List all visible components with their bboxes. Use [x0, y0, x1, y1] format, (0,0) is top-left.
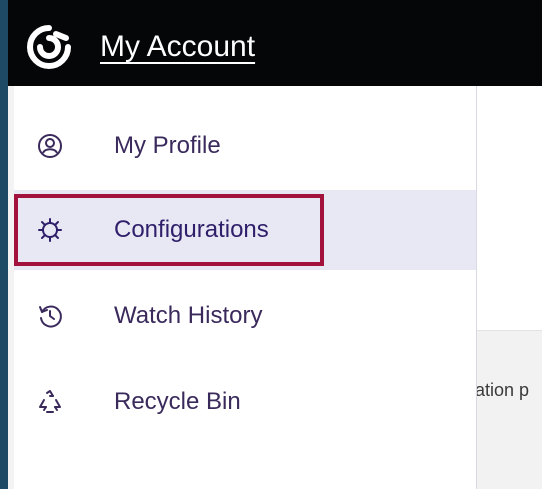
app-frame: cation p My Account My Profile Configura… [0, 0, 542, 489]
menu-item-my-profile[interactable]: My Profile [14, 106, 476, 186]
gear-icon [36, 216, 64, 244]
logo-icon[interactable] [26, 24, 72, 70]
left-rail [0, 0, 8, 489]
menu-item-label: Watch History [114, 302, 263, 329]
top-bar: My Account [8, 0, 542, 86]
menu-item-label: My Profile [114, 132, 221, 159]
menu-item-configurations[interactable]: Configurations [14, 190, 476, 270]
background-toolbar-band [476, 252, 542, 331]
account-menu: My Profile Configurations Watch History … [14, 86, 477, 489]
recycle-icon [36, 388, 64, 416]
menu-item-watch-history[interactable]: Watch History [14, 276, 476, 356]
history-icon [36, 302, 64, 330]
my-account-link[interactable]: My Account [100, 28, 255, 66]
menu-item-recycle-bin[interactable]: Recycle Bin [14, 362, 476, 442]
user-circle-icon [36, 132, 64, 160]
background-content-panel [476, 86, 542, 489]
menu-item-label: Configurations [114, 216, 269, 243]
menu-item-label: Recycle Bin [114, 388, 241, 415]
background-header-band [476, 86, 542, 253]
